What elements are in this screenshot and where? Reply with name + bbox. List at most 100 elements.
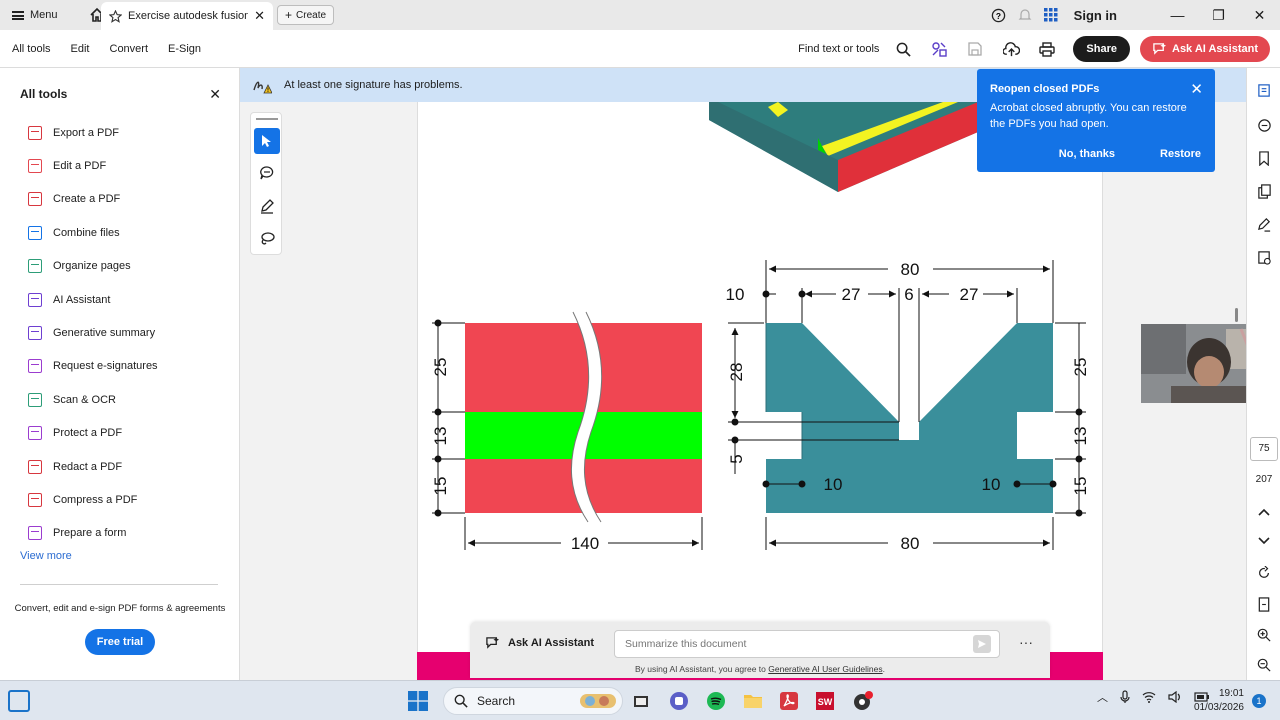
request-esign-icon [28,359,42,374]
tool-item-organize-pages[interactable]: Organize pages [0,250,239,283]
dim-right-15: 15 [1071,477,1090,496]
comments-icon[interactable] [1254,115,1274,135]
dim-vblock-28: 28 [727,363,746,382]
page-fit-icon[interactable] [1254,594,1274,614]
signature-warning-icon: ! [253,81,272,94]
restore-window-icon[interactable]: ❐ [1198,0,1239,30]
close-window-icon[interactable]: ✕ [1239,0,1280,30]
menu-all-tools[interactable]: All tools [0,43,61,55]
volume-icon[interactable] [1168,691,1182,703]
notification-badge[interactable]: 1 [1252,694,1266,708]
spotify-icon[interactable] [703,688,729,714]
dim-right-13: 13 [1071,427,1090,446]
comment-tool-button[interactable] [254,160,280,186]
zoom-out-icon[interactable] [1254,655,1274,675]
create-tab-button[interactable]: + Create [277,5,335,25]
document-tab[interactable]: Exercise autodesk fusion... ✕ [101,2,273,30]
next-page-icon[interactable] [1254,531,1274,551]
find-text-label[interactable]: Find text or tools [798,43,879,55]
taskbar-search-label: Search [477,694,516,708]
restore-button[interactable]: Restore [1160,148,1201,160]
bookmarks-icon[interactable] [1254,148,1274,168]
save-icon[interactable] [959,33,991,65]
clock[interactable]: 19:01 01/03/2026 [1194,687,1244,715]
tool-item-combine-files[interactable]: Combine files [0,216,239,249]
print-icon[interactable] [1031,33,1063,65]
palette-grip[interactable] [256,118,278,120]
more-options-icon[interactable]: ··· [1019,634,1033,650]
vertical-scrollbar[interactable] [1235,308,1238,322]
upload-cloud-icon[interactable] [995,33,1027,65]
help-icon[interactable]: ? [986,0,1012,30]
menu-convert[interactable]: Convert [100,43,159,55]
minimize-icon[interactable]: — [1157,0,1198,30]
panel-close-icon[interactable]: ✕ [209,86,221,103]
solidworks-icon[interactable]: SW [812,688,838,714]
title-bar: Menu Exercise autodesk fusion... ✕ + Cre… [0,0,1280,30]
taskbar-search[interactable]: Search [443,687,623,715]
chrome-icon[interactable] [850,688,876,714]
show-hidden-icons-icon[interactable]: ︿ [1097,689,1108,705]
combine-files-icon [28,225,42,240]
pages-icon[interactable] [1254,181,1274,201]
share-button[interactable]: Share [1073,36,1130,62]
rotate-icon[interactable] [1254,563,1274,583]
tool-item-compress-pdf[interactable]: Compress a PDF [0,483,239,516]
menu-esign[interactable]: E-Sign [158,43,211,55]
acrobat-taskbar-icon[interactable] [776,688,802,714]
start-button[interactable] [405,688,431,714]
apps-grid-icon[interactable] [1038,0,1064,30]
select-tool-button[interactable] [254,128,280,154]
tool-item-protect-pdf[interactable]: Protect a PDF [0,417,239,450]
tab-close-icon[interactable]: ✕ [254,8,265,24]
tool-item-label: Prepare a form [53,527,127,540]
attachments-icon[interactable] [1254,247,1274,267]
menu-button[interactable]: Menu [0,0,70,30]
zoom-in-icon[interactable] [1254,625,1274,645]
tool-item-create-pdf[interactable]: Create a PDF [0,183,239,216]
tool-item-scan-ocr[interactable]: Scan & OCR [0,383,239,416]
ai-tools-icon[interactable] [923,33,955,65]
current-page-input[interactable]: 75 [1250,437,1278,461]
windows-logo-icon [408,691,428,711]
fill-sign-icon[interactable] [1254,214,1274,234]
create-pdf-icon [28,192,42,207]
teams-icon[interactable] [666,688,692,714]
tool-item-export-pdf[interactable]: Export a PDF [0,116,239,149]
star-icon[interactable] [109,9,122,23]
tool-item-ai-assistant[interactable]: AI Assistant [0,283,239,316]
task-view-icon[interactable] [628,688,654,714]
guidelines-link[interactable]: Generative AI User Guidelines [768,664,882,674]
no-thanks-button[interactable]: No, thanks [1059,148,1115,160]
free-trial-button[interactable]: Free trial [85,629,155,655]
tool-item-label: Export a PDF [53,126,120,139]
highlight-tool-button[interactable] [254,193,280,219]
microphone-icon[interactable] [1120,690,1130,704]
dim-top-27-right: 27 [960,285,979,304]
tool-item-edit-pdf[interactable]: Edit a PDF [0,149,239,182]
view-more-link[interactable]: View more [20,550,72,562]
ai-summary-icon[interactable] [1254,80,1274,100]
toast-close-icon[interactable]: ✕ [1190,80,1203,98]
menu-edit[interactable]: Edit [61,43,100,55]
file-explorer-icon[interactable] [740,688,766,714]
lasso-icon [261,232,275,245]
ai-prompt-input[interactable] [614,630,1000,658]
send-icon[interactable] [973,635,991,653]
ai-assistant-label-button[interactable]: Ask AI Assistant [485,636,594,650]
widgets-icon[interactable] [8,690,30,712]
tool-item-redact-pdf[interactable]: Redact a PDF [0,450,239,483]
search-icon[interactable] [887,33,919,65]
promo-text: Convert, edit and e-sign PDF forms & agr… [14,603,226,614]
tool-item-request-esign[interactable]: Request e-signatures [0,350,239,383]
wifi-icon[interactable] [1142,691,1156,703]
draw-tool-button[interactable] [254,226,280,252]
previous-page-icon[interactable] [1254,502,1274,522]
sign-in-link[interactable]: Sign in [1074,8,1117,23]
tool-item-generative-summary[interactable]: Generative summary [0,316,239,349]
tool-item-label: Redact a PDF [53,460,123,473]
ask-ai-assistant-button[interactable]: Ask AI Assistant [1140,36,1270,62]
bell-icon[interactable] [1012,0,1038,30]
ai-assistant-bar: Ask AI Assistant ··· By using AI Assista… [470,622,1050,678]
tool-item-prepare-form[interactable]: Prepare a form [0,517,239,550]
